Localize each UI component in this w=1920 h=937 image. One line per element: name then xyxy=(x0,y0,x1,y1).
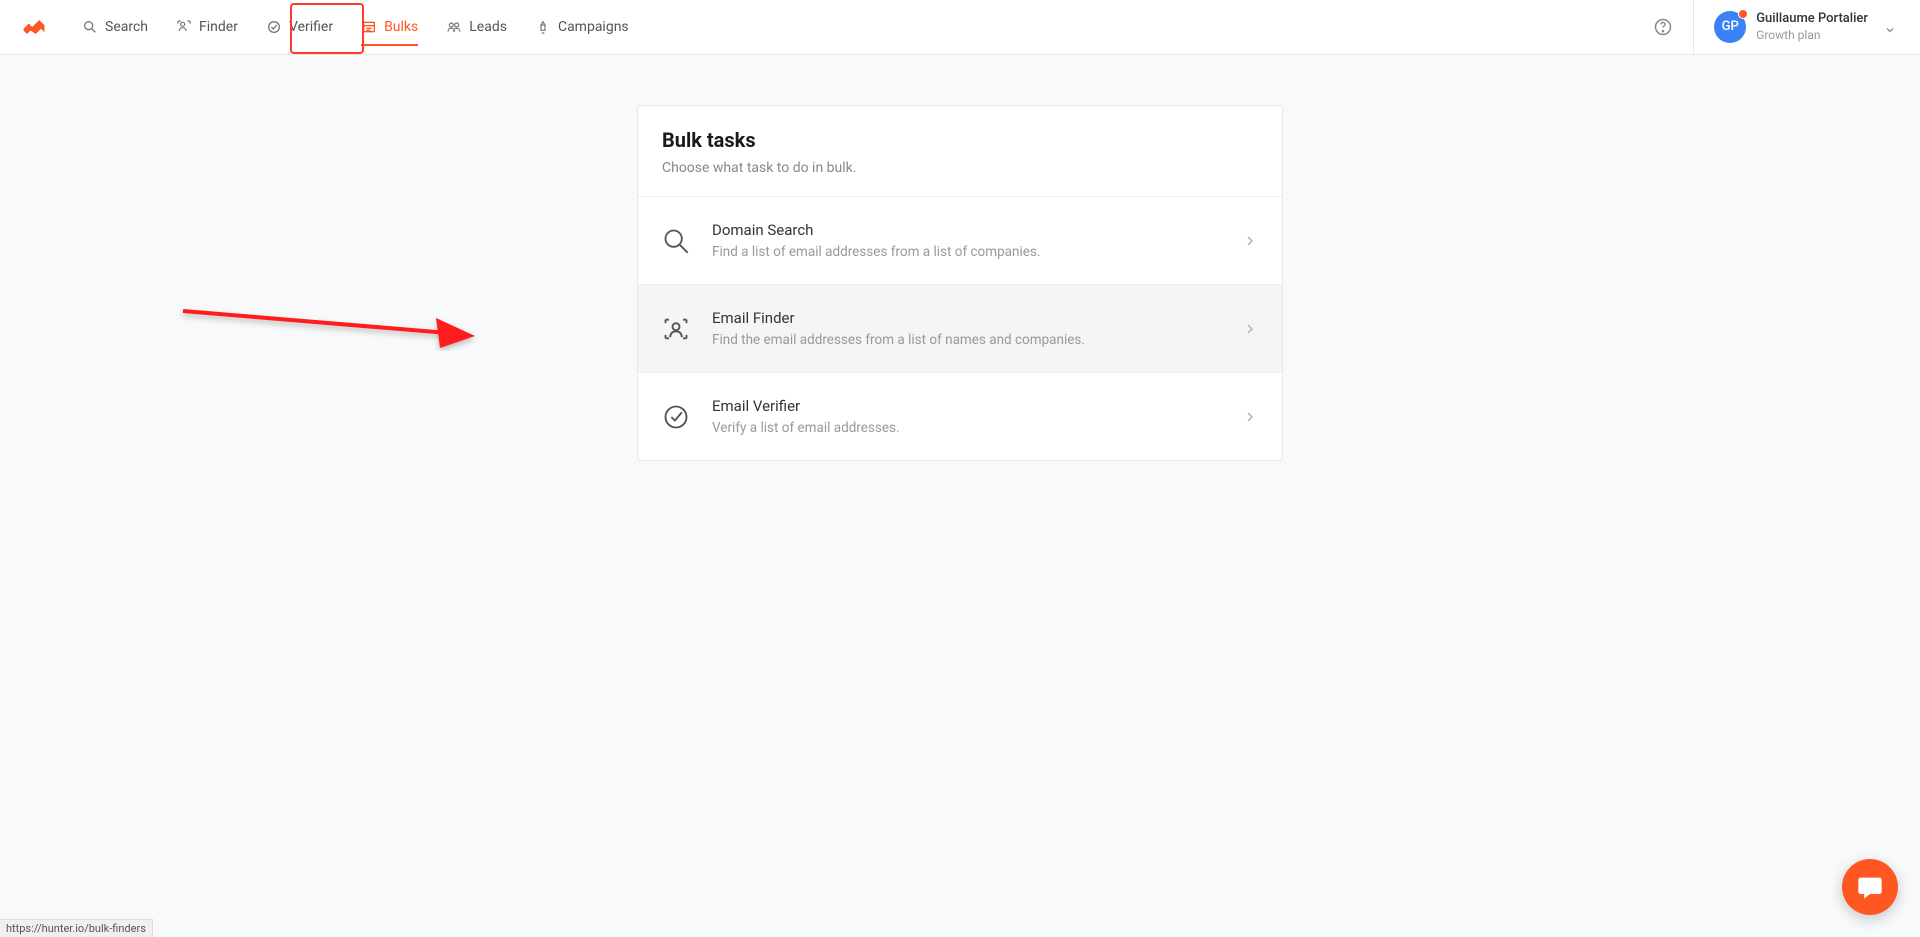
search-icon xyxy=(662,227,690,255)
nav-verifier[interactable]: Verifier xyxy=(252,0,347,54)
chevron-right-icon xyxy=(1242,233,1258,249)
avatar-initials: GP xyxy=(1722,19,1739,34)
bulk-tasks-panel: Bulk tasks Choose what task to do in bul… xyxy=(637,105,1283,461)
chevron-right-icon xyxy=(1242,409,1258,425)
task-desc: Verify a list of email addresses. xyxy=(712,420,1242,436)
task-body: Email Verifier Verify a list of email ad… xyxy=(712,397,1242,436)
nav-label: Search xyxy=(105,19,148,35)
chevron-right-icon xyxy=(1242,321,1258,337)
nav-label: Bulks xyxy=(384,19,418,35)
notification-dot xyxy=(1738,9,1748,19)
nav-label: Leads xyxy=(469,19,507,35)
person-finder-icon xyxy=(662,315,690,343)
avatar: GP xyxy=(1714,11,1746,43)
task-email-verifier[interactable]: Email Verifier Verify a list of email ad… xyxy=(638,372,1282,460)
nav-bulks[interactable]: Bulks xyxy=(347,0,432,54)
main-content: Bulk tasks Choose what task to do in bul… xyxy=(0,55,1920,461)
task-body: Domain Search Find a list of email addre… xyxy=(712,221,1242,260)
user-plan: Growth plan xyxy=(1756,28,1868,44)
verify-icon xyxy=(662,403,690,431)
task-title: Email Finder xyxy=(712,309,1242,327)
task-domain-search[interactable]: Domain Search Find a list of email addre… xyxy=(638,196,1282,284)
nav-label: Verifier xyxy=(289,19,333,35)
panel-title: Bulk tasks xyxy=(662,128,1258,152)
chat-button[interactable] xyxy=(1842,859,1898,915)
nav-leads[interactable]: Leads xyxy=(432,0,521,54)
task-title: Email Verifier xyxy=(712,397,1242,415)
user-info: Guillaume Portalier Growth plan xyxy=(1756,11,1868,43)
status-url-hint: https://hunter.io/bulk-finders xyxy=(0,919,153,937)
task-body: Email Finder Find the email addresses fr… xyxy=(712,309,1242,348)
chevron-down-icon xyxy=(1884,21,1896,33)
nav-label: Finder xyxy=(199,19,238,35)
task-email-finder[interactable]: Email Finder Find the email addresses fr… xyxy=(638,284,1282,372)
divider xyxy=(1693,0,1694,55)
task-desc: Find the email addresses from a list of … xyxy=(712,332,1242,348)
nav-campaigns[interactable]: Campaigns xyxy=(521,0,643,54)
task-title: Domain Search xyxy=(712,221,1242,239)
task-desc: Find a list of email addresses from a li… xyxy=(712,244,1242,260)
panel-header: Bulk tasks Choose what task to do in bul… xyxy=(638,106,1282,196)
main-nav: Search Finder Verifier Bulks Leads Campa… xyxy=(68,0,643,54)
user-name: Guillaume Portalier xyxy=(1756,11,1868,28)
nav-label: Campaigns xyxy=(558,19,629,35)
user-menu[interactable]: GP Guillaume Portalier Growth plan xyxy=(1714,11,1900,43)
nav-search[interactable]: Search xyxy=(68,0,162,54)
logo-icon[interactable] xyxy=(20,13,48,41)
help-icon[interactable] xyxy=(1653,17,1673,37)
header-right: GP Guillaume Portalier Growth plan xyxy=(1653,0,1900,55)
header: Search Finder Verifier Bulks Leads Campa… xyxy=(0,0,1920,55)
nav-finder[interactable]: Finder xyxy=(162,0,252,54)
panel-subtitle: Choose what task to do in bulk. xyxy=(662,160,1258,176)
